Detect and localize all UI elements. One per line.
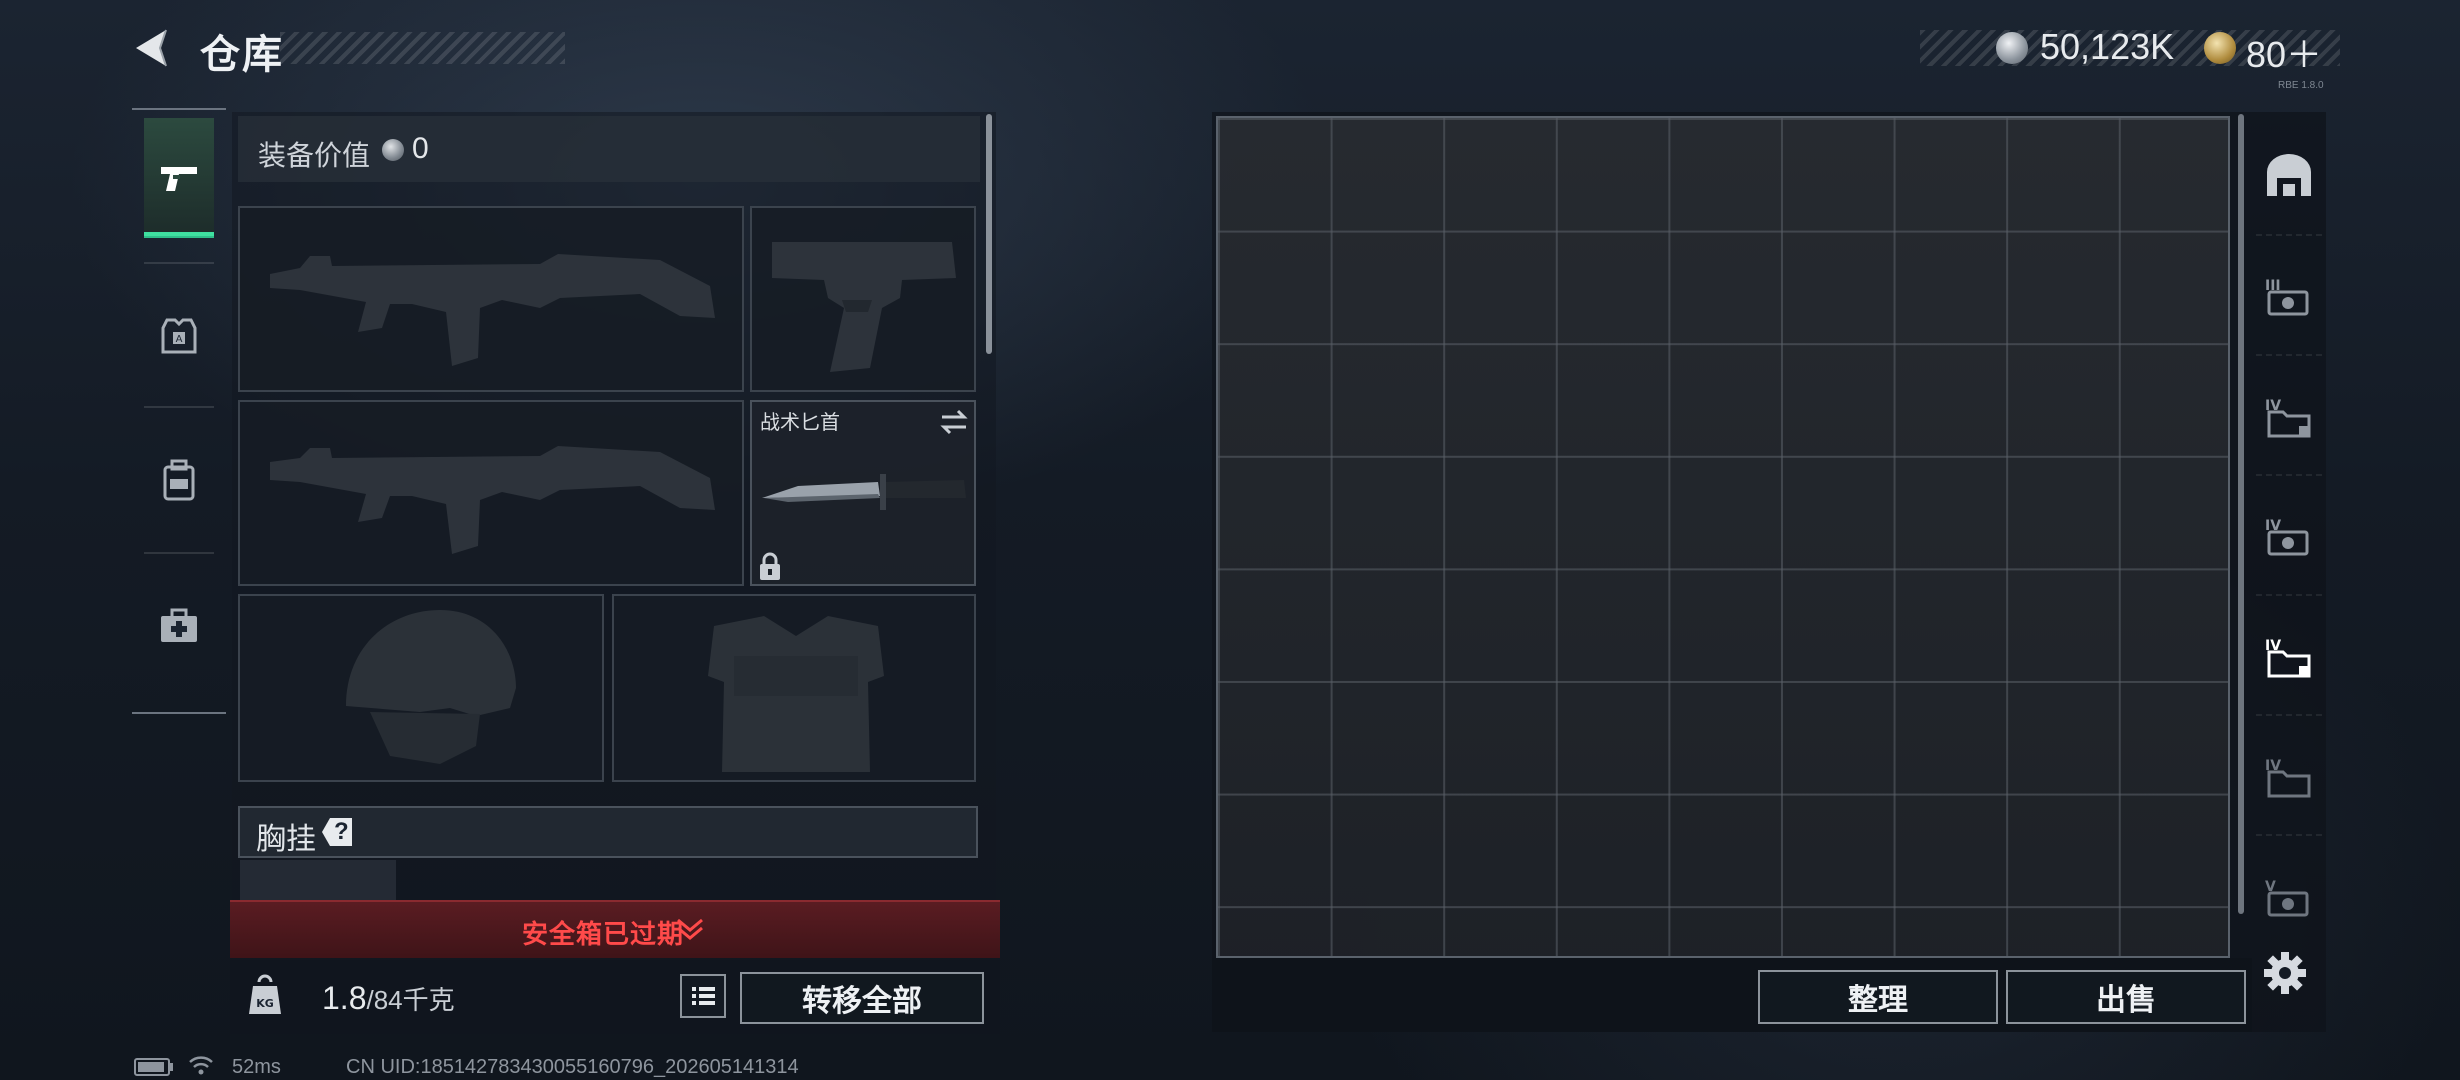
lock-icon (760, 552, 780, 580)
storage-grid[interactable] (1216, 116, 2230, 958)
svg-text:KG: KG (256, 997, 274, 1010)
transfer-all-button[interactable]: 转移全部 (740, 972, 984, 1024)
silver-currency-value[interactable]: 50,123K (2040, 26, 2174, 68)
side-tab-case-iv-2[interactable]: IV (2256, 478, 2322, 596)
side-tab-case-iv-3[interactable]: IV (2256, 718, 2322, 836)
case-iv-2-icon: IV (2265, 518, 2309, 556)
page-title: 仓库 (200, 33, 284, 77)
safe-box-expired-text: 安全箱已过期 (522, 919, 685, 949)
case-iv-active-icon: IV (2265, 638, 2311, 678)
sell-button[interactable]: 出售 (2006, 970, 2246, 1024)
version-tag: RBE 1.8.0 (2278, 80, 2324, 91)
storage-scrollbar[interactable] (2238, 114, 2244, 914)
back-arrow-icon[interactable] (130, 26, 174, 70)
chest-rig-label: 胸挂 (256, 823, 316, 856)
help-badge-text: ? (334, 818, 349, 845)
tab-backpack[interactable] (144, 420, 214, 540)
help-badge[interactable]: ? (318, 816, 358, 848)
equipment-scrollbar[interactable] (986, 114, 992, 354)
ping-readout: 52ms (232, 1056, 281, 1078)
primary-weapon-slot-1[interactable] (238, 206, 744, 392)
svg-text:A: A (176, 334, 183, 345)
backpack-icon (163, 459, 195, 501)
title-stripe (280, 32, 565, 64)
rifle-silhouette-icon (270, 446, 715, 554)
silver-coin-icon (382, 139, 404, 161)
swap-arrows-icon[interactable] (938, 408, 970, 436)
weight-icon: KG (249, 974, 281, 1014)
tab-supplies[interactable] (144, 566, 214, 686)
side-tab-storage-main[interactable] (2256, 118, 2322, 236)
tab-divider (144, 552, 214, 554)
body-armor-slot[interactable] (612, 594, 976, 782)
helmet-slot[interactable] (238, 594, 604, 782)
melee-slot-label: 战术匕首 (760, 412, 840, 434)
user-uid: CN UID:185142783430055160796_20260514131… (346, 1056, 799, 1078)
helmet-silhouette-icon (346, 610, 516, 764)
gold-currency-value[interactable]: 80＋ (2246, 26, 2322, 78)
side-tab-case-iv-active[interactable]: IV (2256, 598, 2322, 716)
equipment-value: 0 (412, 132, 429, 165)
silver-coin-icon (1996, 32, 2028, 64)
battery-icon (134, 1058, 173, 1076)
case-v-icon: V (2265, 879, 2309, 917)
pistol-icon (161, 167, 197, 191)
equipment-value-label: 装备价值 (258, 140, 371, 171)
side-tab-case-iv[interactable]: IV (2256, 358, 2322, 476)
wifi-icon (189, 1056, 213, 1075)
melee-slot[interactable]: 战术匕首 (750, 400, 976, 586)
side-tab-case-iii[interactable]: III (2256, 238, 2322, 356)
case-iii-icon: III (2265, 278, 2309, 316)
sidearm-slot[interactable] (750, 206, 976, 392)
gold-coin-icon (2204, 32, 2236, 64)
tab-divider (144, 406, 214, 408)
side-tab-case-v[interactable]: V (2256, 838, 2322, 956)
case-iv-3-icon: IV (2265, 758, 2311, 798)
weight-readout: 1.8/84千克 (322, 980, 455, 1017)
medkit-icon (161, 608, 197, 642)
armor-icon: A (161, 318, 197, 354)
list-icon (692, 987, 715, 1005)
gear-icon[interactable] (2262, 950, 2308, 996)
pistol-silhouette-icon (772, 242, 956, 372)
knife-icon (762, 474, 966, 510)
case-iv-icon: IV (2265, 398, 2311, 438)
tab-weapons[interactable] (144, 118, 214, 238)
tab-gear[interactable]: A (144, 276, 214, 396)
weight-max: /84千克 (366, 985, 455, 1015)
chevron-down-icon (677, 918, 703, 940)
storage-main-icon (2267, 154, 2311, 196)
list-view-button[interactable] (680, 974, 726, 1018)
tab-divider (144, 262, 214, 264)
primary-weapon-slot-2[interactable] (238, 400, 744, 586)
weight-current: 1.8 (322, 980, 367, 1016)
vest-silhouette-icon (708, 616, 884, 772)
sort-button[interactable]: 整理 (1758, 970, 1998, 1024)
rifle-silhouette-icon (270, 254, 715, 366)
